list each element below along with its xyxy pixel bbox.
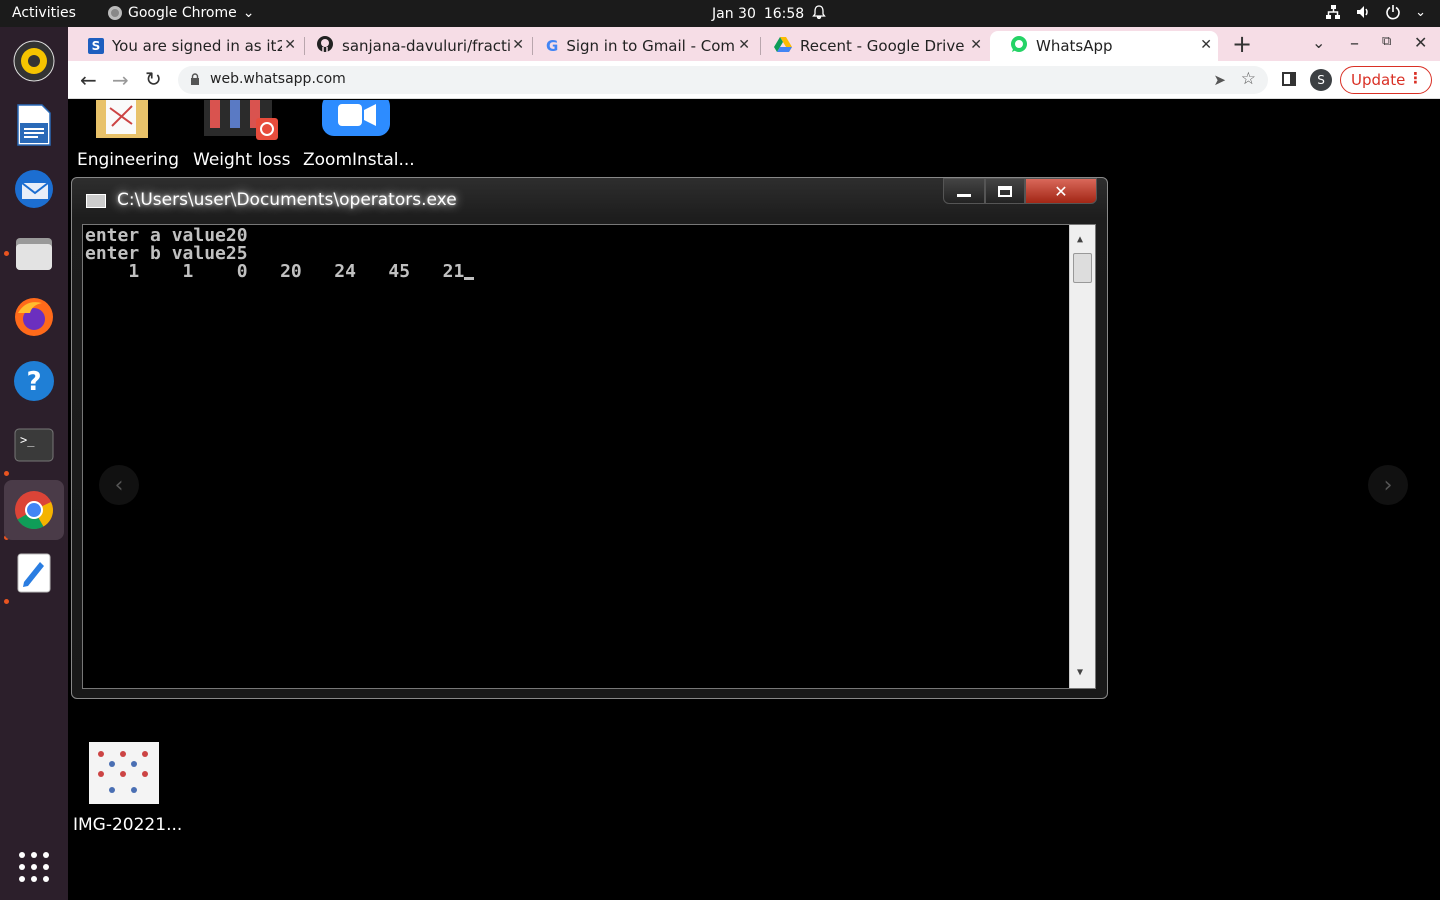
tab-gmail[interactable]: G Sign in to Gmail - Compu ✕ bbox=[526, 31, 756, 61]
app-menu[interactable]: Google Chrome ⌄ bbox=[108, 5, 254, 21]
url-text: web.whatsapp.com bbox=[210, 71, 346, 87]
clock-time: 16:58 bbox=[763, 6, 805, 22]
image-file-icon[interactable] bbox=[89, 742, 159, 809]
weight-loss-image-icon[interactable] bbox=[204, 100, 280, 147]
tab-strip: S You are signed in as it22 ✕ sanjana-da… bbox=[68, 27, 1440, 61]
scroll-down-icon[interactable]: ▼ bbox=[1077, 664, 1083, 682]
whatsapp-icon bbox=[1010, 35, 1028, 57]
console-output[interactable]: enter a value20 enter b value25 1 1 0 20 … bbox=[82, 224, 1096, 689]
restore-window-button[interactable]: ⧉ bbox=[1382, 34, 1391, 49]
github-icon bbox=[316, 35, 334, 57]
app-grid-icon[interactable] bbox=[10, 843, 58, 891]
tab-title: sanjana-davuluri/fractic bbox=[342, 37, 512, 55]
running-indicator bbox=[4, 471, 9, 476]
system-tray[interactable]: ⌄ bbox=[1325, 4, 1426, 20]
google-icon: G bbox=[546, 37, 559, 55]
running-indicator bbox=[4, 251, 9, 256]
close-window-button[interactable]: ✕ bbox=[1414, 33, 1427, 52]
tab-title: WhatsApp bbox=[1036, 37, 1113, 55]
power-icon bbox=[1385, 4, 1401, 20]
chevron-down-icon: ⌄ bbox=[1415, 4, 1426, 20]
previous-arrow-icon[interactable]: ‹ bbox=[99, 465, 139, 505]
lock-icon bbox=[190, 73, 200, 90]
rhythmbox-icon[interactable] bbox=[10, 37, 58, 85]
terminal-icon[interactable]: >_ bbox=[10, 421, 58, 469]
tab-title: You are signed in as it22 bbox=[112, 37, 282, 55]
top-bar: Activities Google Chrome ⌄ Jan 30 16:58 … bbox=[0, 0, 1440, 27]
activities-button[interactable]: Activities bbox=[12, 5, 76, 21]
console-title: C:\Users\user\Documents\operators.exe bbox=[117, 190, 457, 210]
files-icon[interactable] bbox=[10, 229, 58, 277]
clock-date: Jan 30 bbox=[712, 6, 756, 22]
libreoffice-writer-icon[interactable] bbox=[10, 101, 58, 149]
side-panel-icon[interactable] bbox=[1282, 72, 1296, 86]
console-minimize-button[interactable] bbox=[943, 178, 985, 204]
forward-icon[interactable]: → bbox=[112, 68, 129, 92]
minimize-window-button[interactable]: – bbox=[1350, 33, 1359, 54]
desktop-icon-label[interactable]: ZoomInstal... bbox=[303, 150, 415, 170]
new-tab-button[interactable]: + bbox=[1232, 30, 1252, 58]
scroll-thumb[interactable] bbox=[1073, 253, 1092, 283]
chevron-down-icon: ⌄ bbox=[242, 5, 255, 21]
send-icon[interactable]: ➤ bbox=[1213, 71, 1226, 89]
next-arrow-icon[interactable]: › bbox=[1368, 465, 1408, 505]
content-area: Engineering Weight loss ZoomInstal... C:… bbox=[68, 100, 1440, 900]
svg-text:>_: >_ bbox=[20, 433, 35, 447]
app-menu-label: Google Chrome bbox=[128, 5, 237, 21]
s-favicon-icon: S bbox=[88, 38, 104, 54]
console-close-button[interactable]: ✕ bbox=[1025, 178, 1097, 204]
text-editor-icon[interactable] bbox=[10, 549, 58, 597]
console-line: 1 1 0 20 24 45 21 bbox=[85, 261, 465, 282]
reload-icon[interactable]: ↻ bbox=[145, 67, 162, 91]
tab-signed-in[interactable]: S You are signed in as it22 ✕ bbox=[68, 31, 302, 61]
console-titlebar[interactable]: C:\Users\user\Documents\operators.exe ✕ bbox=[72, 178, 1107, 222]
tab-title: Recent - Google Drive bbox=[800, 37, 965, 55]
tab-title: Sign in to Gmail - Compu bbox=[566, 37, 737, 55]
tab-drive[interactable]: Recent - Google Drive ✕ bbox=[754, 31, 988, 61]
console-window[interactable]: C:\Users\user\Documents\operators.exe ✕ … bbox=[71, 177, 1108, 699]
tab-whatsapp[interactable]: WhatsApp ✕ bbox=[990, 31, 1218, 61]
browser-toolbar: ← → ↻ web.whatsapp.com ➤ ☆ S Update ⋮ bbox=[68, 61, 1440, 99]
back-icon[interactable]: ← bbox=[80, 68, 97, 92]
address-bar[interactable]: web.whatsapp.com ➤ ☆ bbox=[178, 66, 1268, 94]
chrome-small-icon bbox=[108, 6, 122, 20]
tab-github[interactable]: sanjana-davuluri/fractic ✕ bbox=[296, 31, 530, 61]
desktop-icon-label[interactable]: IMG-20221... bbox=[73, 815, 182, 835]
more-vert-icon: ⋮ bbox=[1408, 69, 1423, 87]
close-icon[interactable]: ✕ bbox=[738, 37, 750, 53]
close-icon[interactable]: ✕ bbox=[284, 37, 296, 53]
help-icon[interactable]: ? bbox=[10, 357, 58, 405]
network-icon bbox=[1325, 4, 1341, 20]
zoom-icon[interactable] bbox=[322, 100, 390, 147]
bookmark-star-icon[interactable]: ☆ bbox=[1241, 69, 1256, 89]
desktop-icon-label[interactable]: Weight loss bbox=[193, 150, 290, 170]
chrome-icon[interactable] bbox=[4, 480, 64, 540]
bell-icon bbox=[812, 5, 827, 23]
console-window-controls: ✕ bbox=[943, 178, 1097, 204]
profile-avatar[interactable]: S bbox=[1310, 69, 1332, 91]
dock: ? >_ bbox=[0, 27, 68, 900]
tab-search-button[interactable]: ⌄ bbox=[1312, 33, 1325, 52]
drive-icon bbox=[774, 36, 792, 56]
close-icon[interactable]: ✕ bbox=[970, 37, 982, 53]
close-icon[interactable]: ✕ bbox=[512, 37, 524, 53]
running-indicator bbox=[4, 599, 9, 604]
text-cursor bbox=[464, 277, 475, 280]
console-app-icon bbox=[86, 194, 106, 208]
svg-text:?: ? bbox=[26, 367, 41, 397]
clock[interactable]: Jan 30 16:58 bbox=[712, 5, 827, 23]
console-maximize-button[interactable] bbox=[985, 178, 1025, 204]
close-icon[interactable]: ✕ bbox=[1200, 37, 1212, 53]
update-label: Update bbox=[1351, 71, 1406, 89]
desktop-icon-label[interactable]: Engineering bbox=[77, 150, 179, 170]
firefox-icon[interactable] bbox=[10, 293, 58, 341]
update-button[interactable]: Update ⋮ bbox=[1340, 66, 1432, 94]
scroll-up-icon[interactable]: ▲ bbox=[1077, 231, 1083, 249]
folder-icon[interactable] bbox=[92, 100, 152, 147]
thunderbird-icon[interactable] bbox=[10, 165, 58, 213]
volume-icon bbox=[1355, 4, 1371, 20]
console-scrollbar[interactable]: ▲ ▼ bbox=[1069, 225, 1095, 688]
